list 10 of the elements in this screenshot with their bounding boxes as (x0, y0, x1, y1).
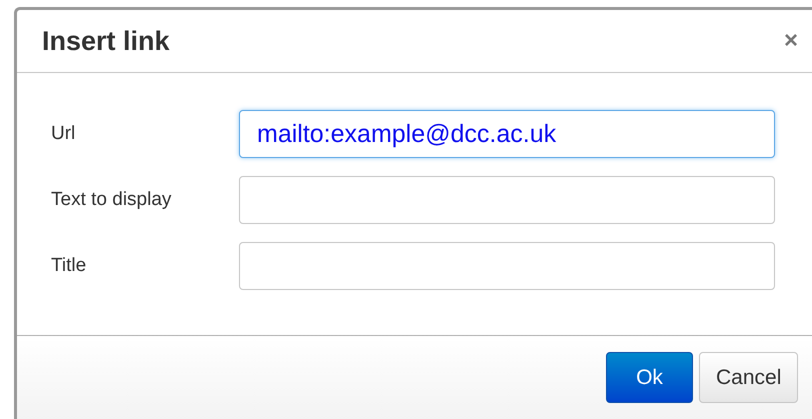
ok-button[interactable]: Ok (606, 352, 693, 403)
input-field[interactable] (239, 242, 775, 290)
dialog-title: Insert link (42, 26, 170, 56)
cancel-button[interactable]: Cancel (699, 352, 798, 403)
field-label: Url (50, 123, 76, 145)
close-button[interactable]: × (784, 27, 798, 55)
field-label: Text to display (50, 189, 172, 211)
field-label: Title (50, 255, 88, 277)
input-field[interactable]: mailto:example@dcc.ac.uk (239, 110, 775, 158)
input-field[interactable] (239, 176, 775, 224)
